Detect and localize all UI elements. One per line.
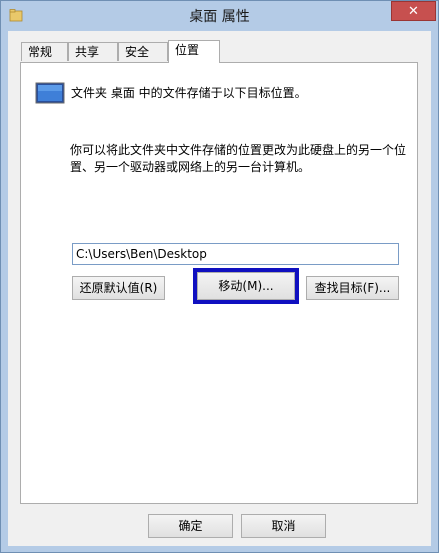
tab-location[interactable]: 位置: [168, 40, 220, 63]
ok-button[interactable]: 确定: [148, 514, 233, 538]
path-input[interactable]: [72, 243, 399, 265]
tab-security[interactable]: 安全: [118, 42, 168, 61]
location-panel: 文件夹 桌面 中的文件存储于以下目标位置。 你可以将此文件夹中文件存储的位置更改…: [20, 62, 418, 504]
window-title: 桌面 属性: [189, 9, 250, 25]
move-button[interactable]: 移动(M)...: [197, 272, 295, 300]
find-target-button[interactable]: 查找目标(F)...: [306, 276, 399, 300]
tab-general[interactable]: 常规: [21, 42, 68, 61]
location-description: 文件夹 桌面 中的文件存储于以下目标位置。: [71, 86, 307, 100]
properties-window: 桌面 属性 ✕ 常规 共享 安全 位置 文件夹 桌面 中的文件存储于以下目标位置…: [0, 0, 439, 553]
location-help-text: 你可以将此文件夹中文件存储的位置更改为此硬盘上的另一个位置、另一个驱动器或网络上…: [70, 143, 407, 174]
cancel-button[interactable]: 取消: [241, 514, 326, 538]
title-bar[interactable]: 桌面 属性 ✕: [1, 1, 438, 31]
restore-default-button[interactable]: 还原默认值(R): [72, 276, 165, 300]
desktop-folder-icon: [35, 82, 65, 104]
close-icon: ✕: [408, 4, 419, 19]
dialog-client: 常规 共享 安全 位置 文件夹 桌面 中的文件存储于以下目标位置。 你可以将此文…: [8, 31, 431, 546]
tab-sharing[interactable]: 共享: [68, 42, 118, 61]
close-button[interactable]: ✕: [391, 1, 436, 21]
